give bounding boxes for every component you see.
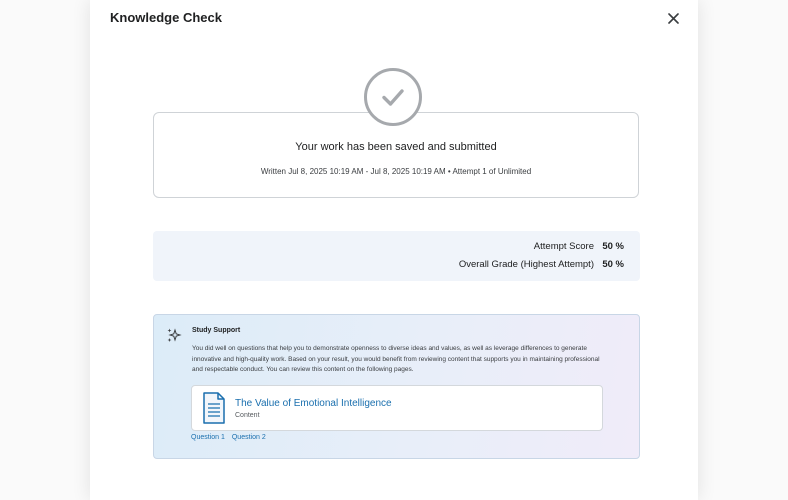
submission-title: Your work has been saved and submitted [295, 141, 497, 153]
content-type: Content [235, 412, 260, 419]
check-circle-icon [364, 68, 422, 126]
page-backdrop-left [0, 0, 90, 500]
content-title[interactable]: The Value of Emotional Intelligence [235, 398, 392, 409]
question-2-link[interactable]: Question 2 [232, 434, 266, 441]
knowledge-check-dialog: Knowledge Check Your work has been saved… [90, 0, 698, 500]
submission-meta: Written Jul 8, 2025 10:19 AM - Jul 8, 20… [260, 167, 532, 176]
document-icon [203, 392, 225, 424]
study-support-heading: Study Support [192, 327, 241, 334]
sparkle-icon [167, 328, 182, 342]
overall-grade-row: Overall Grade (Highest Attempt) 50 % [459, 259, 624, 270]
content-link-card[interactable]: The Value of Emotional Intelligence Cont… [191, 385, 603, 431]
score-summary: Attempt Score 50 % Overall Grade (Highes… [153, 231, 640, 281]
attempt-score-value: 50 % [602, 241, 624, 252]
page-backdrop-right [698, 0, 788, 500]
study-support-panel: Study Support You did well on questions … [153, 314, 640, 459]
dialog-title: Knowledge Check [110, 10, 222, 25]
question-links: Question 1 Question 2 [191, 434, 266, 441]
overall-grade-label: Overall Grade (Highest Attempt) [458, 259, 594, 270]
close-icon [667, 12, 679, 24]
question-1-link[interactable]: Question 1 [191, 434, 225, 441]
attempt-score-row: Attempt Score 50 % [534, 241, 624, 252]
close-button[interactable] [664, 9, 682, 27]
overall-grade-value: 50 % [602, 259, 624, 270]
attempt-score-label: Attempt Score [533, 241, 594, 252]
study-support-text: You did well on questions that help you … [192, 345, 600, 373]
